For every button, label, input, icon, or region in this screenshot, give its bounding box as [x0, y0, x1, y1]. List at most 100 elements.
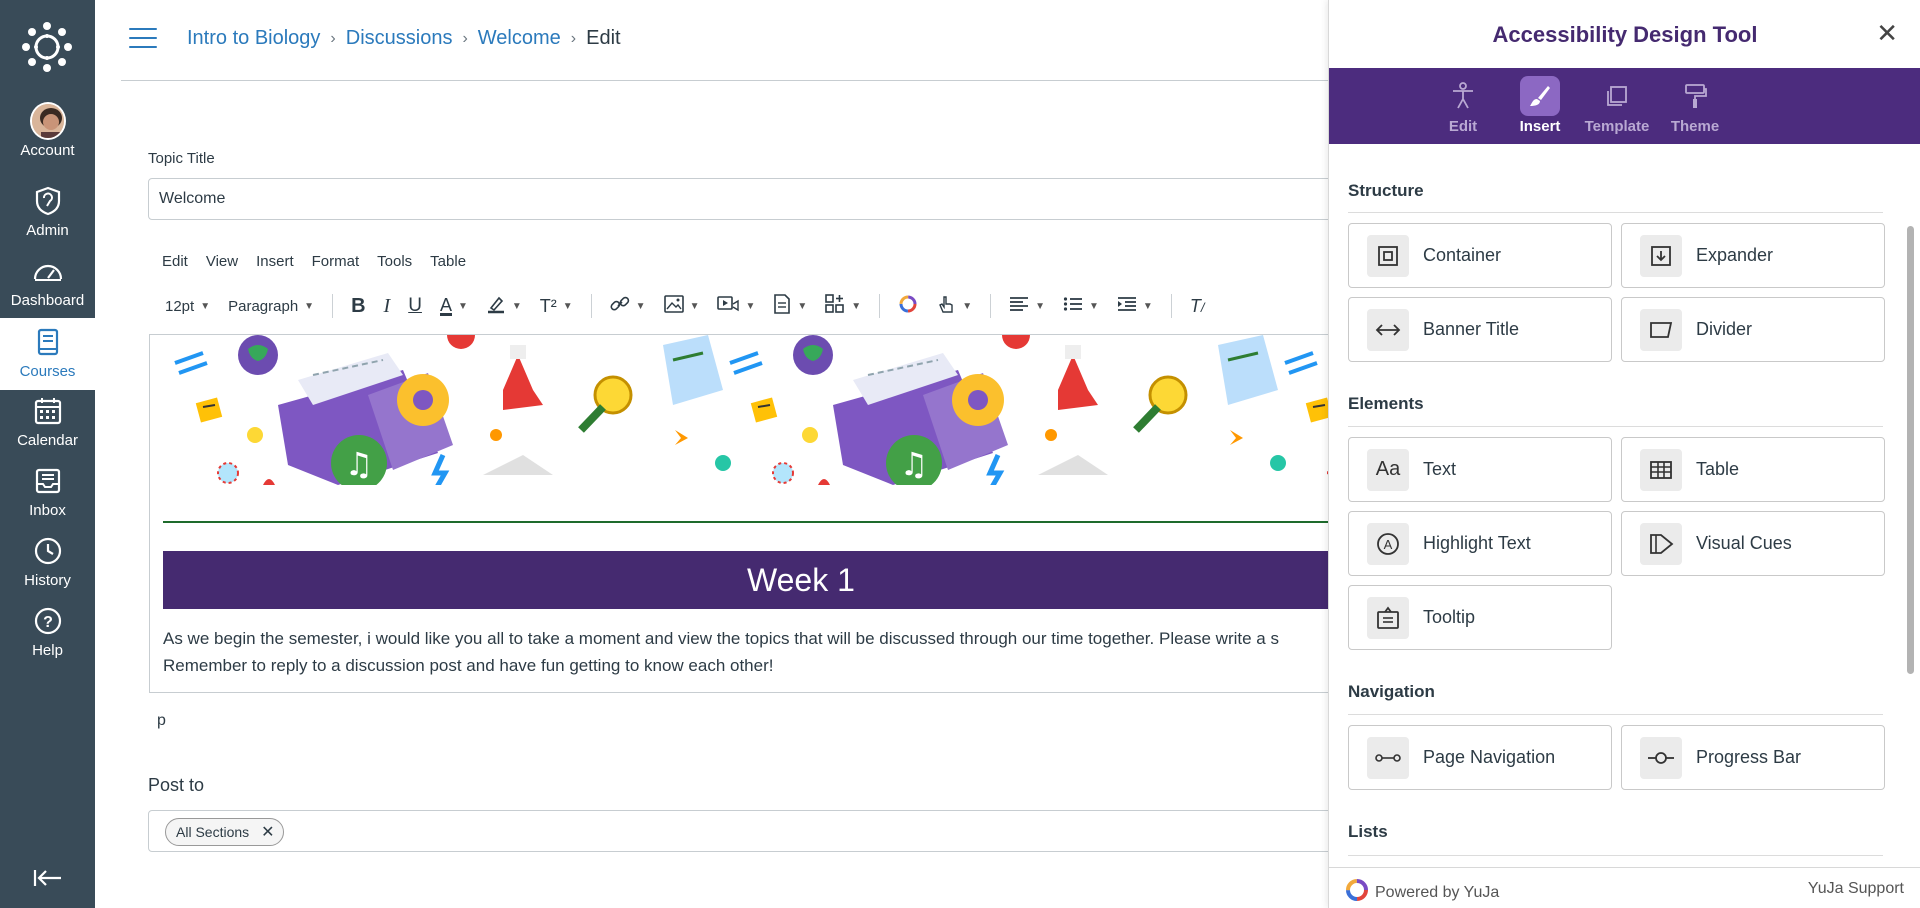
- nav-help[interactable]: ? Help: [0, 603, 95, 671]
- document-button[interactable]: ▼: [773, 294, 807, 318]
- insert-banner-title-button[interactable]: Banner Title: [1348, 297, 1612, 362]
- chevron-right-icon: ›: [462, 29, 468, 47]
- topic-title-input[interactable]: [148, 178, 1338, 220]
- breadcrumb-discussions[interactable]: Discussions: [346, 27, 453, 50]
- insert-text-button[interactable]: Aa Text: [1348, 437, 1612, 502]
- insert-table-button[interactable]: Table: [1621, 437, 1885, 502]
- align-left-icon: [1009, 296, 1029, 316]
- container-icon: [1367, 234, 1409, 277]
- insert-divider-button[interactable]: Divider: [1621, 297, 1885, 362]
- insert-container-button[interactable]: Container: [1348, 223, 1612, 288]
- image-icon: [663, 295, 684, 317]
- clear-format-icon: T/: [1189, 295, 1205, 316]
- post-to-label: Post to: [148, 775, 205, 795]
- nav-inbox[interactable]: Inbox: [0, 463, 95, 531]
- nav-admin-label: Admin: [26, 222, 69, 239]
- accessibility-design-tool-panel: Accessibility Design Tool ✕ Edit Insert …: [1328, 0, 1920, 908]
- nav-courses[interactable]: Courses: [0, 318, 95, 390]
- highlight-color-button[interactable]: ▼: [486, 294, 522, 318]
- remove-chip-icon[interactable]: ✕: [261, 822, 274, 842]
- text-color-button[interactable]: A ▼: [439, 296, 468, 316]
- section-navigation: Navigation: [1348, 682, 1435, 701]
- nav-account-label: Account: [20, 142, 75, 159]
- menu-tools[interactable]: Tools: [377, 253, 412, 270]
- apps-icon: [825, 294, 845, 318]
- clear-format-button[interactable]: T/: [1190, 296, 1205, 317]
- discussion-body: As we begin the semester, i would like y…: [163, 625, 1338, 679]
- insert-tooltip-button[interactable]: Tooltip: [1348, 585, 1612, 650]
- nav-dashboard[interactable]: Dashboard: [0, 253, 95, 321]
- superscript-button[interactable]: T² ▼: [540, 296, 573, 317]
- breadcrumb-course[interactable]: Intro to Biology: [187, 27, 320, 50]
- menu-table[interactable]: Table: [430, 253, 466, 270]
- card-label: Expander: [1696, 245, 1774, 265]
- yuja-button[interactable]: [898, 294, 918, 318]
- align-button[interactable]: ▼: [1009, 296, 1045, 316]
- media-button[interactable]: ▼: [717, 295, 755, 317]
- link-icon: [610, 294, 630, 318]
- insert-highlight-text-button[interactable]: A Highlight Text: [1348, 511, 1612, 576]
- card-label: Banner Title: [1423, 319, 1520, 339]
- indent-button[interactable]: ▼: [1117, 296, 1153, 316]
- tab-insert[interactable]: Insert: [1505, 76, 1575, 138]
- close-icon[interactable]: ✕: [1876, 18, 1898, 49]
- menu-format[interactable]: Format: [312, 253, 360, 270]
- card-label: Text: [1423, 459, 1457, 479]
- week-heading: Week 1: [747, 561, 855, 598]
- gauge-icon: [30, 253, 66, 289]
- card-label: Divider: [1696, 319, 1753, 339]
- course-menu-toggle[interactable]: [129, 28, 157, 50]
- italic-button[interactable]: I: [384, 295, 391, 318]
- insert-page-navigation-button[interactable]: Page Navigation: [1348, 725, 1612, 790]
- powered-by-label: Powered by YuJa: [1375, 883, 1500, 901]
- nav-calendar[interactable]: Calendar: [0, 393, 95, 461]
- nav-history[interactable]: History: [0, 533, 95, 601]
- post-to-input[interactable]: All Sections ✕: [148, 810, 1338, 852]
- insert-expander-button[interactable]: Expander: [1621, 223, 1885, 288]
- canvas-logo-icon[interactable]: [20, 20, 74, 74]
- chevron-down-icon: ▼: [511, 300, 522, 312]
- card-label: Container: [1423, 245, 1502, 265]
- tab-edit[interactable]: Edit: [1428, 76, 1498, 138]
- svg-text:♫: ♫: [345, 445, 374, 483]
- tab-theme[interactable]: Theme: [1660, 76, 1730, 138]
- chevron-right-icon: ›: [570, 29, 577, 47]
- menu-edit[interactable]: Edit: [162, 253, 188, 270]
- chevron-down-icon: ▼: [1089, 300, 1099, 312]
- menu-view[interactable]: View: [206, 253, 238, 270]
- svg-text:?: ?: [43, 614, 53, 631]
- block-format-select[interactable]: Paragraph ▼: [228, 298, 314, 315]
- collapse-nav-icon[interactable]: [30, 860, 66, 896]
- chevron-right-icon: ›: [330, 29, 336, 47]
- shield-icon: [30, 183, 66, 219]
- avatar: [29, 102, 66, 140]
- underline-button[interactable]: U: [408, 295, 422, 317]
- chevron-down-icon: ▼: [962, 300, 973, 312]
- header-divider: [121, 80, 1329, 81]
- bold-button[interactable]: B: [351, 295, 365, 318]
- nav-account[interactable]: Account: [0, 102, 95, 171]
- tab-theme-label: Theme: [1670, 118, 1720, 135]
- hand-pointer-icon: [936, 294, 956, 318]
- insert-progress-bar-button[interactable]: Progress Bar: [1621, 725, 1885, 790]
- underline-icon: U: [408, 295, 422, 316]
- yuja-support-link[interactable]: YuJa Support: [1808, 880, 1904, 898]
- panel-footer: Powered by YuJa YuJa Support: [1329, 867, 1920, 908]
- accessibility-tool-button[interactable]: ▼: [936, 294, 972, 318]
- image-button[interactable]: ▼: [663, 295, 699, 317]
- insert-visual-cues-button[interactable]: Visual Cues: [1621, 511, 1885, 576]
- rich-content-editor[interactable]: ♫ Week 1 As we begin the semester, i wou…: [149, 334, 1339, 693]
- font-size-select[interactable]: 12pt ▼: [165, 298, 210, 315]
- link-button[interactable]: ▼: [610, 294, 646, 318]
- progress-bar-icon: [1640, 736, 1682, 779]
- bullet-list-button[interactable]: ▼: [1063, 296, 1099, 316]
- breadcrumb-topic[interactable]: Welcome: [478, 27, 561, 50]
- panel-scrollbar[interactable]: [1907, 226, 1914, 674]
- nav-admin[interactable]: Admin: [0, 183, 95, 251]
- menu-insert[interactable]: Insert: [256, 253, 294, 270]
- tab-template-label: Template: [1584, 118, 1650, 135]
- tooltip-icon: [1367, 596, 1409, 639]
- apps-button[interactable]: ▼: [825, 294, 861, 318]
- tab-template[interactable]: Template: [1582, 76, 1652, 138]
- nav-help-label: Help: [32, 642, 63, 659]
